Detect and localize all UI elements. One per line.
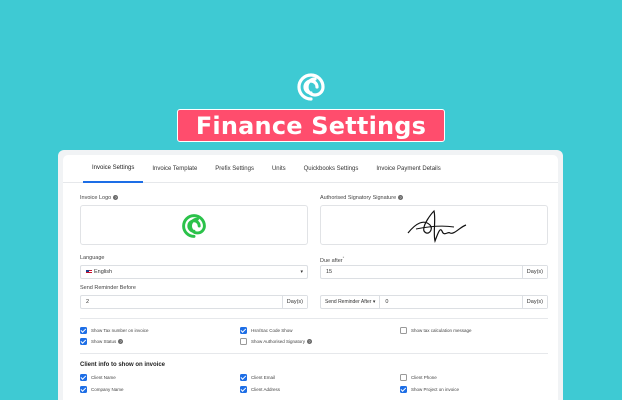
checkbox-checked[interactable] [80,374,87,381]
due-after-label-text: Due after [320,257,343,264]
due-after-value: 15 [326,269,333,275]
uk-flag-icon [86,270,92,274]
tab-invoice-payment-details[interactable]: Invoice Payment Details [367,155,449,183]
invoice-logo-label-text: Invoice Logo [80,195,112,201]
send-reminder-before-input[interactable]: 2 Day(s) [80,295,308,309]
checkbox-checked[interactable] [80,386,87,393]
option-label: Show Status [91,339,117,344]
invoice-logo-upload[interactable] [80,205,308,245]
checkbox-unchecked[interactable] [400,327,407,334]
settings-panel: Invoice Settings Invoice Template Prefix… [58,150,563,400]
option-show-tax-calculation[interactable]: Show tax calculation message [400,327,472,334]
send-reminder-after-select-label: Send Reminder After [325,299,372,305]
send-reminder-before-suffix: Day(s) [281,296,307,308]
send-reminder-after-value: 0 [385,299,389,305]
send-reminder-before-value: 2 [86,299,90,305]
option-label: Company Name [91,387,124,392]
language-select[interactable]: English ▾ [80,265,308,279]
divider [80,318,548,319]
checkbox-unchecked[interactable] [240,338,247,345]
tab-prefix-settings[interactable]: Prefix Settings [206,155,263,183]
option-label: Client Phone [411,375,437,380]
settings-card: Invoice Settings Invoice Template Prefix… [63,155,558,400]
option-label: Show tax calculation message [411,328,472,333]
checkbox-checked[interactable] [400,386,407,393]
due-after-suffix: Day(s) [521,266,547,278]
client-info-title: Client info to show on invoice [80,362,165,368]
option-label: Hsn/Sac Code Show [251,328,293,333]
language-value: English [94,269,113,275]
send-reminder-after-suffix: Day(s) [521,296,547,308]
signature-label-text: Authorised Signatory Signature [320,195,397,201]
option-hsn-sac-code[interactable]: Hsn/Sac Code Show [240,327,293,334]
option-label: Client Email [251,375,276,380]
page-title-banner: Finance Settings [177,109,445,142]
option-label: Client Address [251,387,281,392]
tab-quickbooks-settings[interactable]: Quickbooks Settings [295,155,368,183]
invoice-logo-label: Invoice Logo? [80,195,119,201]
client-info-client-address[interactable]: Client Address [240,386,280,393]
send-reminder-after-select[interactable]: Send Reminder After ▾ [321,296,381,308]
option-label: Show Project on invoice [411,387,460,392]
client-info-client-phone[interactable]: Client Phone [400,374,437,381]
client-info-client-name[interactable]: Client Name [80,374,116,381]
signature-upload[interactable] [320,205,548,245]
signature-label: Authorised Signatory Signature? [320,195,404,201]
help-icon[interactable]: ? [118,339,124,344]
chevron-down-icon: ▾ [300,269,303,275]
checkbox-checked[interactable] [240,327,247,334]
tab-invoice-template[interactable]: Invoice Template [143,155,206,183]
tab-units[interactable]: Units [263,155,295,183]
green-swirl-logo-icon [182,214,206,238]
signature-image [407,209,467,243]
option-show-status[interactable]: Show Status? [80,338,124,345]
checkbox-unchecked[interactable] [400,374,407,381]
checkbox-checked[interactable] [80,327,87,334]
option-show-tax-number[interactable]: Show Tax number on invoice [80,327,148,334]
option-show-authorised-signatory[interactable]: Show Authorised Signatory? [240,338,313,345]
client-info-client-email[interactable]: Client Email [240,374,275,381]
tab-invoice-settings[interactable]: Invoice Settings [83,155,144,183]
option-label: Show Authorised Signatory [251,339,306,344]
client-info-company-name[interactable]: Company Name [80,386,124,393]
help-icon[interactable]: ? [113,195,119,201]
checkbox-checked[interactable] [240,386,247,393]
checkbox-checked[interactable] [80,338,87,345]
option-label: Show Tax number on invoice [91,328,149,333]
send-reminder-before-label: Send Reminder Before [80,285,136,291]
send-reminder-after-input[interactable]: Send Reminder After ▾ 0 Day(s) [320,295,548,309]
language-label: Language [80,255,105,261]
chevron-down-icon: ▾ [372,299,376,305]
due-after-input[interactable]: 15 Day(s) [320,265,548,279]
checkbox-checked[interactable] [240,374,247,381]
due-after-label: Due after* [320,255,344,264]
swirl-logo-icon [297,73,325,101]
divider [80,353,548,354]
help-icon[interactable]: ? [307,339,313,344]
page-title: Finance Settings [195,111,427,140]
help-icon[interactable]: ? [398,195,404,201]
option-label: Client Name [91,375,116,380]
settings-tabs: Invoice Settings Invoice Template Prefix… [63,155,558,183]
required-mark: * [342,255,345,260]
client-info-show-project[interactable]: Show Project on invoice [400,386,459,393]
